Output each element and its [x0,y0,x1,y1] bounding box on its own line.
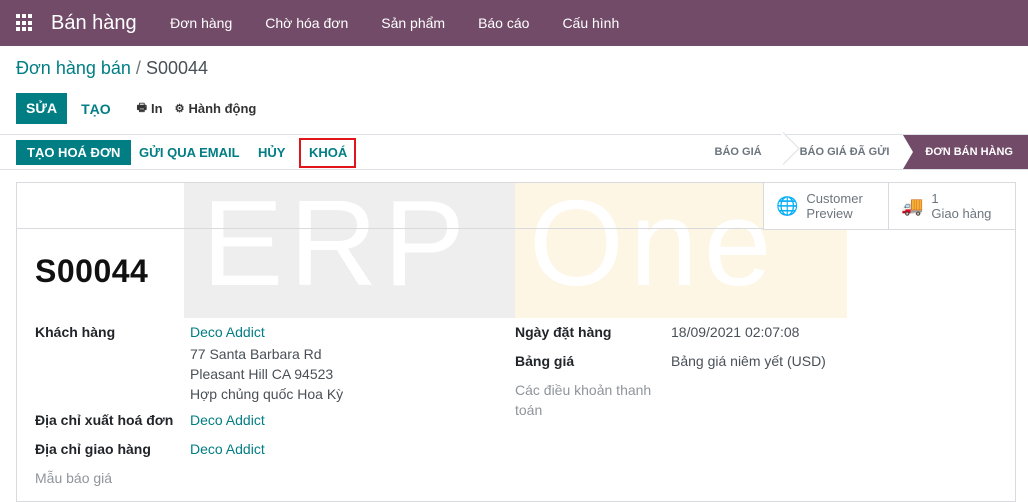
stage-quotation[interactable]: BÁO GIÁ [701,135,776,169]
menu-item-products[interactable]: Sản phẩm [365,15,462,31]
stage-quotation-label: BÁO GIÁ [714,146,762,158]
invoice-address-field[interactable]: Deco Addict [190,410,265,430]
order-name: S00044 [35,253,149,289]
print-button[interactable]: 🖶 In [137,99,163,118]
menu-item-to-invoice[interactable]: Chờ hóa đơn [249,15,365,31]
breadcrumb-parent[interactable]: Đơn hàng bán [16,58,131,78]
menu-item-configuration[interactable]: Cấu hình [546,15,636,31]
delivery-address-label: Địa chỉ giao hàng [35,441,151,457]
stage-quotation-sent[interactable]: BÁO GIÁ ĐÃ GỬI [776,135,904,169]
stage-sales-order-label: ĐƠN BÁN HÀNG [925,146,1013,158]
delivery-label: Giao hàng [931,206,992,221]
customer-address-line2: Pleasant Hill CA 94523 [190,366,334,382]
customer-preview-line1: Customer [806,191,863,206]
form-sheet: ERP One 🌐 Customer Preview 🚚 1 Giao hàng… [16,182,1016,502]
globe-icon: 🌐 [776,195,799,216]
payment-terms-label-line1: Các điều khoản thanh [515,382,652,398]
apps-menu-icon[interactable] [16,14,34,32]
customer-preview-text: Customer Preview [806,191,862,221]
customer-address-line1: 77 Santa Barbara Rd [190,346,322,362]
stage-pipeline: BÁO GIÁ BÁO GIÁ ĐÃ GỬI ĐƠN BÁN HÀNG [701,132,1028,169]
customer-label: Khách hàng [35,324,116,340]
app-title[interactable]: Bán hàng [51,12,137,35]
pricelist-field[interactable]: Bảng giá niêm yết (USD) [671,351,826,371]
print-label: In [151,101,163,116]
menu-item-orders[interactable]: Đơn hàng [154,15,249,31]
send-email-button[interactable]: GỬI QUA EMAIL [139,140,240,165]
printer-icon: 🖶 [136,102,148,114]
watermark-right-text: One [529,182,778,311]
create-button[interactable]: TẠO [67,101,125,117]
control-panel-buttons: SỬA TẠO 🖶 In ⚙ Hành động [16,93,256,124]
quotation-template-label: Mẫu báo giá [35,470,113,486]
top-navbar: Bán hàng Đơn hàng Chờ hóa đơn Sản phẩm B… [0,0,1028,46]
breadcrumb-separator: / [135,58,141,78]
customer-field[interactable]: Deco Addict [190,322,265,342]
edit-button[interactable]: SỬA [16,93,68,124]
lock-button-highlight [299,138,356,168]
gear-icon: ⚙ [174,103,185,115]
statusbar: TẠO HOÁ ĐƠN GỬI QUA EMAIL HỦY KHOÁ BÁO G… [0,132,1028,170]
watermark-logo: ERP One [184,182,847,318]
order-date-field[interactable]: 18/09/2021 02:07:08 [671,322,799,342]
payment-terms-label-line2: toán [515,402,543,418]
breadcrumb-current: S00044 [145,58,208,78]
delivery-button[interactable]: 🚚 1 Giao hàng [889,183,1015,229]
delivery-address-field[interactable]: Deco Addict [190,439,265,459]
customer-preview-button[interactable]: 🌐 Customer Preview [764,183,889,229]
button-box: 🌐 Customer Preview 🚚 1 Giao hàng [763,183,1015,230]
breadcrumb: Đơn hàng bán / S00044 [16,58,208,79]
menu-item-reporting[interactable]: Báo cáo [462,15,546,31]
create-invoice-button[interactable]: TẠO HOÁ ĐƠN [16,140,132,165]
customer-address-line3: Hợp chủng quốc Hoa Kỳ [190,386,344,402]
pricelist-label: Bảng giá [515,353,575,369]
cancel-button[interactable]: HỦY [258,140,285,165]
invoice-address-label: Địa chỉ xuất hoá đơn [35,412,174,428]
truck-icon: 🚚 [901,195,924,216]
delivery-count: 1 [931,191,939,206]
watermark-left-text: ERP [202,182,471,311]
delivery-text: 1 Giao hàng [931,191,991,221]
stage-quotation-sent-label: BÁO GIÁ ĐÃ GỬI [799,146,890,158]
order-date-label: Ngày đặt hàng [515,324,612,340]
customer-preview-line2: Preview [806,206,853,221]
stage-sales-order: ĐƠN BÁN HÀNG [903,135,1028,169]
action-button[interactable]: ⚙ Hành động [175,101,257,116]
stage-arrow-shape [903,135,914,169]
action-label: Hành động [188,101,257,116]
